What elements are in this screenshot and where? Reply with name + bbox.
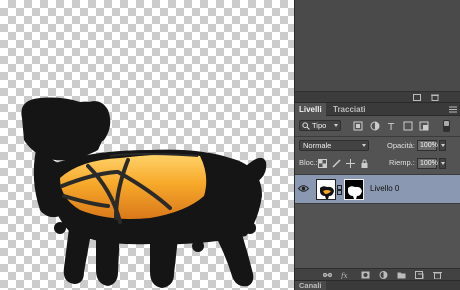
filter-toggle[interactable] [443,120,450,132]
layer-filter-label: Tipo [312,121,327,130]
chevron-down-icon [334,124,338,127]
eye-visibility-icon[interactable] [298,183,309,194]
document-canvas[interactable] [0,0,294,290]
svg-text:fx: fx [341,272,348,279]
layer-style-fx-icon[interactable]: fx [341,271,350,279]
fill-dropdown-button[interactable] [439,158,446,169]
lock-transparency-icon[interactable] [318,159,327,168]
layer-thumbnail[interactable] [316,179,336,200]
layers-panel-tabs: Livelli Tracciati [295,103,460,116]
blend-mode-select[interactable]: Normale [299,140,369,151]
adjustment-filter-icon[interactable] [370,121,380,131]
opacity-dropdown-button[interactable] [439,140,446,151]
trash-icon[interactable] [433,271,442,279]
layer-row-selected[interactable]: Livello 0 [295,174,460,204]
layer-filter-select[interactable]: Tipo [299,120,341,131]
layer-name[interactable]: Livello 0 [370,184,399,193]
opacity-label: Opacità: [387,141,415,150]
opacity-input[interactable]: 100% [417,140,438,151]
type-filter-icon[interactable]: T [387,121,397,131]
lock-label: Bloc.: [299,158,318,167]
chevron-down-icon [362,144,366,147]
right-panel-dock: Livelli Tracciati Tipo T Normale Opacità… [294,0,460,290]
fill-label: Riemp.: [389,158,415,167]
channels-panel-bar: Canali [295,280,460,290]
link-chain-icon[interactable] [337,185,342,195]
link-layers-icon[interactable] [323,271,332,279]
svg-text:T: T [387,122,395,131]
lock-image-brush-icon[interactable] [332,159,341,168]
layers-panel-footer: fx [295,268,460,280]
search-icon [302,122,310,130]
lock-all-icon[interactable] [360,159,369,168]
folder-icon[interactable] [397,271,406,279]
pixel-filter-icon[interactable] [353,121,363,131]
add-mask-icon[interactable] [361,271,370,279]
tab-livelli[interactable]: Livelli [295,103,326,116]
new-layer-icon[interactable] [415,271,424,279]
smart-object-filter-icon[interactable] [419,121,429,131]
new-item-icon[interactable] [413,94,421,101]
tab-tracciati[interactable]: Tracciati [329,103,369,116]
upper-panel-footer [295,91,460,103]
layer-mask-thumbnail[interactable] [344,179,364,200]
layers-panel: Tipo T Normale Opacità: 100% Bloc.: Riem… [295,116,460,268]
dog-thumbnail-image [320,186,334,199]
fill-input[interactable]: 100% [417,158,438,169]
shape-filter-icon[interactable] [403,121,413,131]
mask-thumbnail-image [348,186,362,199]
lock-position-move-icon[interactable] [346,159,355,168]
trash-icon[interactable] [431,94,439,101]
upper-panel-area [295,0,460,91]
adjustment-layer-icon[interactable] [379,271,388,279]
tab-canali[interactable]: Canali [295,281,326,290]
divider [295,136,460,137]
blend-mode-value: Normale [303,141,332,150]
panel-menu-icon[interactable] [449,106,457,113]
dog-image [21,97,267,288]
